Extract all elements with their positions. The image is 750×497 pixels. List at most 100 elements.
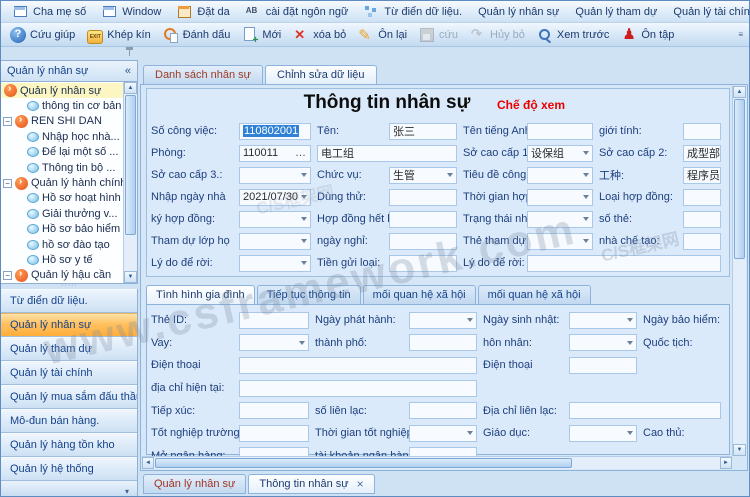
dropdown-arrow-icon[interactable] bbox=[447, 173, 453, 177]
scroll-right-icon[interactable] bbox=[720, 457, 732, 469]
menu-item-0[interactable]: Cha mẹ số bbox=[6, 2, 93, 22]
text-field[interactable] bbox=[683, 123, 721, 140]
combo-field[interactable] bbox=[409, 425, 477, 442]
lookup-field[interactable]: 110011… bbox=[239, 145, 311, 162]
sidebar-nav-item-5[interactable]: Mô-đun bán hàng. bbox=[1, 409, 137, 433]
sidebar-nav-item-3[interactable]: Quản lý tài chính bbox=[1, 361, 137, 385]
dropdown-arrow-icon[interactable] bbox=[583, 151, 589, 155]
combo-field[interactable] bbox=[239, 211, 311, 228]
scroll-up-icon[interactable] bbox=[733, 86, 746, 98]
combo-field[interactable] bbox=[527, 167, 593, 184]
toolbar-button-1[interactable]: Khép kín bbox=[82, 26, 155, 44]
text-field[interactable]: 张三 bbox=[389, 123, 457, 140]
tree-expander-icon[interactable]: − bbox=[3, 271, 12, 280]
menu-item-6[interactable]: Quản lý tham dự bbox=[568, 4, 664, 20]
tree-expander-icon[interactable]: − bbox=[3, 117, 12, 126]
dropdown-arrow-icon[interactable] bbox=[627, 431, 633, 435]
scroll-left-icon[interactable] bbox=[142, 457, 154, 469]
combo-field[interactable] bbox=[569, 312, 637, 329]
combo-field[interactable] bbox=[527, 189, 593, 206]
v-scroll-thumb[interactable] bbox=[734, 99, 745, 259]
text-field[interactable]: 110802001 bbox=[239, 123, 311, 140]
toolbar-button-9[interactable]: Ôn tập bbox=[616, 25, 679, 45]
dropdown-arrow-icon[interactable] bbox=[627, 318, 633, 322]
dropdown-arrow-icon[interactable] bbox=[301, 261, 307, 265]
text-field[interactable]: 程序员 bbox=[683, 167, 721, 184]
tree-item-1[interactable]: thông tin cơ bản bbox=[1, 98, 124, 113]
pin-icon[interactable] bbox=[126, 47, 133, 50]
tree-item-3[interactable]: Nhập học nhà... bbox=[1, 129, 124, 144]
combo-field[interactable]: 设保组 bbox=[527, 145, 593, 162]
dropdown-arrow-icon[interactable] bbox=[467, 318, 473, 322]
sidebar-nav-overflow[interactable]: ▾ bbox=[1, 481, 137, 496]
dropdown-arrow-icon[interactable] bbox=[299, 341, 305, 345]
tree-item-11[interactable]: Hồ sơ y tế bbox=[1, 252, 124, 267]
text-field[interactable] bbox=[683, 189, 721, 206]
tree-item-0[interactable]: Quản lý nhân sự bbox=[1, 83, 124, 98]
tab-0[interactable]: Danh sách nhân sự bbox=[143, 65, 263, 84]
text-field[interactable] bbox=[569, 357, 637, 374]
sidebar-nav-item-2[interactable]: Quản lý tham dự bbox=[1, 337, 137, 361]
toolbar-button-2[interactable]: Đánh dấu bbox=[158, 25, 236, 45]
sidebar-nav-item-1[interactable]: Quản lý nhân sự bbox=[1, 313, 137, 337]
combo-field[interactable] bbox=[239, 233, 311, 250]
combo-field[interactable] bbox=[409, 312, 477, 329]
collapse-panel-icon[interactable]: « bbox=[125, 65, 131, 77]
dropdown-arrow-icon[interactable] bbox=[583, 195, 589, 199]
ellipsis-button[interactable]: … bbox=[295, 149, 307, 157]
text-field[interactable] bbox=[409, 402, 477, 419]
combo-field[interactable] bbox=[239, 255, 311, 272]
text-field[interactable] bbox=[409, 334, 477, 351]
tree-scrollbar[interactable] bbox=[123, 82, 137, 283]
dropdown-arrow-icon[interactable] bbox=[301, 239, 307, 243]
dropdown-arrow-icon[interactable] bbox=[583, 173, 589, 177]
text-field[interactable] bbox=[389, 255, 457, 272]
detail-tab-1[interactable]: Tiếp tục thông tin bbox=[257, 285, 361, 304]
text-field[interactable] bbox=[239, 380, 477, 397]
tree-item-4[interactable]: Để lại một số ... bbox=[1, 145, 124, 160]
bottom-tab-1[interactable]: Thông tin nhân sự× bbox=[248, 474, 374, 494]
text-field[interactable] bbox=[527, 123, 593, 140]
tree-item-9[interactable]: Hồ sơ bảo hiểm bbox=[1, 222, 124, 237]
dropdown-arrow-icon[interactable] bbox=[583, 217, 589, 221]
text-field[interactable] bbox=[389, 233, 457, 250]
dropdown-arrow-icon[interactable] bbox=[467, 431, 473, 435]
scroll-down-icon[interactable] bbox=[124, 271, 137, 283]
tab-1[interactable]: Chỉnh sửa dữ liệu bbox=[265, 65, 377, 85]
combo-field[interactable] bbox=[569, 334, 637, 351]
text-field[interactable] bbox=[239, 357, 477, 374]
tree-item-10[interactable]: hồ sơ đào tạo bbox=[1, 237, 124, 252]
text-field[interactable] bbox=[389, 189, 457, 206]
sidebar-nav-item-4[interactable]: Quản lý mua sắm đấu thầu bbox=[1, 385, 137, 409]
menu-item-1[interactable]: Window bbox=[95, 2, 168, 22]
dropdown-arrow-icon[interactable] bbox=[583, 239, 589, 243]
scroll-up-icon[interactable] bbox=[124, 82, 137, 94]
combo-field[interactable] bbox=[527, 233, 593, 250]
tree-item-7[interactable]: Hồ sơ hoạt hình bbox=[1, 191, 124, 206]
dropdown-arrow-icon[interactable] bbox=[301, 195, 307, 199]
dropdown-arrow-icon[interactable] bbox=[627, 341, 633, 345]
text-field[interactable]: 电工组 bbox=[317, 145, 457, 162]
detail-tab-0[interactable]: Tình hình gia đình bbox=[146, 285, 255, 304]
sidebar-nav-item-6[interactable]: Quản lý hàng tồn kho bbox=[1, 433, 137, 457]
tree-expander-icon[interactable]: − bbox=[3, 179, 12, 188]
text-field[interactable] bbox=[683, 233, 721, 250]
toolbar-overflow-icon[interactable]: ≡ bbox=[738, 30, 745, 39]
toolbar-button-5[interactable]: Ôn lại bbox=[353, 25, 412, 45]
toolbar-button-4[interactable]: xóa bỏ bbox=[288, 25, 351, 45]
toolbar-button-6[interactable]: cứu bbox=[414, 25, 463, 45]
horizontal-scrollbar[interactable] bbox=[142, 456, 732, 469]
sidebar-nav-item-7[interactable]: Quản lý hệ thống bbox=[1, 457, 137, 481]
menu-item-3[interactable]: cài đặt ngôn ngữ bbox=[239, 2, 356, 22]
toolbar-button-0[interactable]: Cứu giúp bbox=[5, 25, 80, 45]
vertical-scrollbar[interactable] bbox=[732, 86, 746, 456]
toolbar-button-8[interactable]: Xem trước bbox=[532, 25, 614, 45]
tree-scroll-thumb[interactable] bbox=[125, 95, 136, 235]
menu-item-2[interactable]: Đặt da bbox=[170, 2, 236, 22]
toolbar-button-3[interactable]: Mới bbox=[237, 25, 286, 45]
tree-item-2[interactable]: −REN SHI DAN bbox=[1, 114, 124, 129]
sidebar-nav-item-0[interactable]: Từ điển dữ liệu. bbox=[1, 289, 137, 313]
combo-field[interactable] bbox=[569, 425, 637, 442]
text-field[interactable] bbox=[389, 211, 457, 228]
nav-overflow-icon[interactable]: ▾ bbox=[125, 487, 129, 496]
